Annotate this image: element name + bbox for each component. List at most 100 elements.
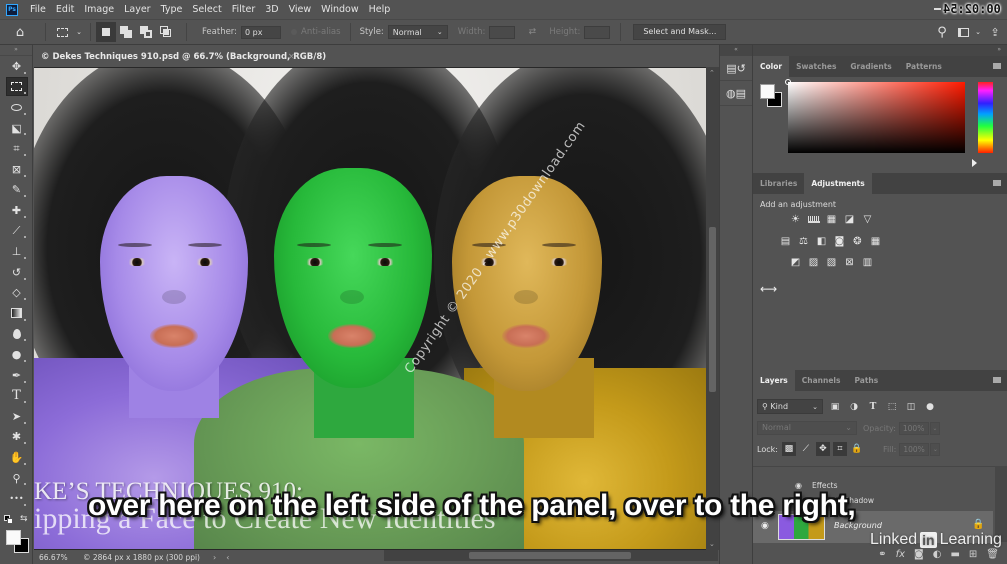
lock-all-icon[interactable]: 🔒 (850, 442, 864, 456)
tool-preset-icon[interactable] (51, 21, 73, 43)
width-input[interactable] (489, 25, 516, 39)
menu-select[interactable]: Select (187, 0, 226, 19)
tool-edit-toolbar[interactable]: ••• (0, 488, 33, 509)
tool-object-selection[interactable]: ⬕ (0, 118, 33, 139)
close-icon[interactable]: × (288, 48, 295, 67)
tool-custom-shape[interactable]: ✱ (0, 427, 33, 448)
lock-artboard-icon[interactable]: ⌗ (832, 442, 847, 456)
menu-type[interactable]: Type (156, 0, 188, 19)
fx-icon[interactable]: fx (896, 549, 905, 560)
collapse-icon[interactable]: « (720, 45, 752, 56)
search-icon[interactable]: ⚲ (931, 21, 953, 43)
tool-zoom[interactable]: ⚲ (0, 468, 33, 489)
subtract-from-selection-button[interactable] (136, 22, 156, 42)
add-to-selection-button[interactable] (116, 22, 136, 42)
photo-filter-icon[interactable]: ◙ (833, 235, 846, 247)
add-mask-icon[interactable]: ◙ (914, 549, 924, 560)
antialias-checkbox[interactable] (291, 29, 298, 35)
tool-move[interactable]: ✥ (0, 56, 33, 77)
tool-lasso[interactable] (0, 97, 33, 118)
invert-icon[interactable]: ◩ (789, 256, 802, 268)
filter-shape-icon[interactable]: ⬚ (885, 400, 899, 414)
share-icon[interactable]: ⇪ (983, 21, 1007, 43)
default-colors-icon[interactable] (4, 515, 15, 525)
tab-layers[interactable]: Layers (753, 370, 795, 391)
swap-icon[interactable]: ⇄ (521, 21, 543, 43)
color-lookup-icon[interactable]: ▦ (869, 235, 882, 247)
hue-slider[interactable] (978, 82, 993, 153)
curves-icon[interactable]: ▦ (825, 213, 838, 225)
menu-layer[interactable]: Layer (119, 0, 156, 19)
tab-paths[interactable]: Paths (847, 370, 885, 391)
tool-frame[interactable]: ⊠ (0, 159, 33, 180)
color-field-marker[interactable] (785, 79, 791, 85)
black-white-icon[interactable]: ◧ (815, 235, 828, 247)
color-foreground-swatch[interactable] (760, 84, 775, 99)
tab-channels[interactable]: Channels (795, 370, 848, 391)
posterize-icon[interactable]: ▨ (807, 256, 820, 268)
workspace-icon[interactable] (953, 21, 973, 43)
filter-pixel-icon[interactable]: ▣ (828, 400, 842, 414)
delete-layer-icon[interactable]: 🗑 (986, 549, 999, 560)
gradient-map-icon[interactable]: ▥ (861, 256, 874, 268)
tool-rectangular-marquee[interactable] (0, 77, 33, 98)
filter-type-icon[interactable]: T (866, 400, 880, 414)
menu-help[interactable]: Help (364, 0, 396, 19)
menu-edit[interactable]: Edit (51, 0, 79, 19)
tool-hand[interactable]: ✋ (0, 447, 33, 468)
scroll-up-icon[interactable]: ⌃ (709, 69, 715, 77)
home-icon[interactable]: ⌂ (0, 21, 40, 43)
tab-libraries[interactable]: Libraries (753, 173, 804, 194)
expand-icon[interactable]: ⟷ (760, 282, 777, 296)
status-menu-arrow-icon[interactable]: › (213, 553, 216, 562)
selective-color-icon[interactable]: ⊠ (843, 256, 856, 268)
filter-toggle-icon[interactable]: ● (923, 400, 937, 414)
menu-file[interactable]: File (25, 0, 51, 19)
menu-3d[interactable]: 3D (260, 0, 283, 19)
tool-crop[interactable]: ⌗ (0, 138, 33, 159)
chevron-down-icon[interactable]: ⌄ (73, 21, 85, 43)
threshold-icon[interactable]: ▧ (825, 256, 838, 268)
tool-eraser[interactable]: ◇ (0, 283, 33, 304)
document-info[interactable]: © 2864 px x 1880 px (300 ppi) (83, 553, 203, 562)
history-panel-icon[interactable]: ▤↺ (720, 56, 752, 81)
levels-icon[interactable] (807, 213, 820, 225)
new-selection-button[interactable] (96, 22, 116, 42)
tool-eyedropper[interactable]: ✎ (0, 180, 33, 201)
tool-path-selection[interactable]: ➤ (0, 406, 33, 427)
tool-brush[interactable]: ⟋ (0, 221, 33, 242)
horizontal-scroll-thumb[interactable] (469, 552, 631, 559)
filter-smart-object-icon[interactable]: ◫ (904, 400, 918, 414)
height-input[interactable] (584, 25, 611, 39)
feather-input[interactable]: 0 px (241, 25, 282, 39)
brightness-contrast-icon[interactable]: ☀ (789, 213, 802, 225)
tool-type[interactable]: T (0, 386, 33, 407)
expand-panels-icon[interactable]: » (753, 45, 1007, 56)
filter-adjustment-icon[interactable]: ◑ (847, 400, 861, 414)
tab-gradients[interactable]: Gradients (843, 56, 898, 77)
channel-mixer-icon[interactable]: ❂ (851, 235, 864, 247)
zoom-level[interactable]: 66.67% (39, 553, 83, 562)
vertical-scroll-thumb[interactable] (709, 227, 716, 392)
menu-image[interactable]: Image (79, 0, 119, 19)
tool-healing-brush[interactable]: ✚ (0, 200, 33, 221)
lock-image-pixels-icon[interactable]: ⟋ (799, 442, 813, 456)
opacity-input[interactable]: 100% (898, 421, 929, 435)
image-canvas[interactable]: Copyright © 2020 - www.p30download.com K… (34, 68, 706, 549)
style-select[interactable]: Normal ⌄ (387, 25, 448, 39)
panel-menu-icon[interactable] (993, 377, 1001, 383)
vertical-scrollbar[interactable]: ⌃ ⌄ (706, 67, 719, 550)
horizontal-scrollbar[interactable] (384, 550, 718, 561)
tool-gradient[interactable] (0, 303, 33, 324)
hue-saturation-icon[interactable]: ▤ (779, 235, 792, 247)
chevron-down-icon[interactable]: ⌄ (973, 21, 983, 43)
tab-patterns[interactable]: Patterns (899, 56, 949, 77)
blend-mode-select[interactable]: Normal ⌄ (757, 421, 857, 435)
menu-view[interactable]: View (284, 0, 317, 19)
intersect-selection-button[interactable] (156, 22, 176, 42)
color-balance-icon[interactable]: ⚖ (797, 235, 810, 247)
document-tab[interactable]: © Dekes Techniques 910.psd @ 66.7% (Back… (34, 48, 326, 67)
properties-panel-icon[interactable]: ◍▤ (720, 81, 752, 106)
hue-slider-marker[interactable] (972, 159, 977, 167)
filter-kind-select[interactable]: ⚲ Kind ⌄ (757, 399, 823, 414)
